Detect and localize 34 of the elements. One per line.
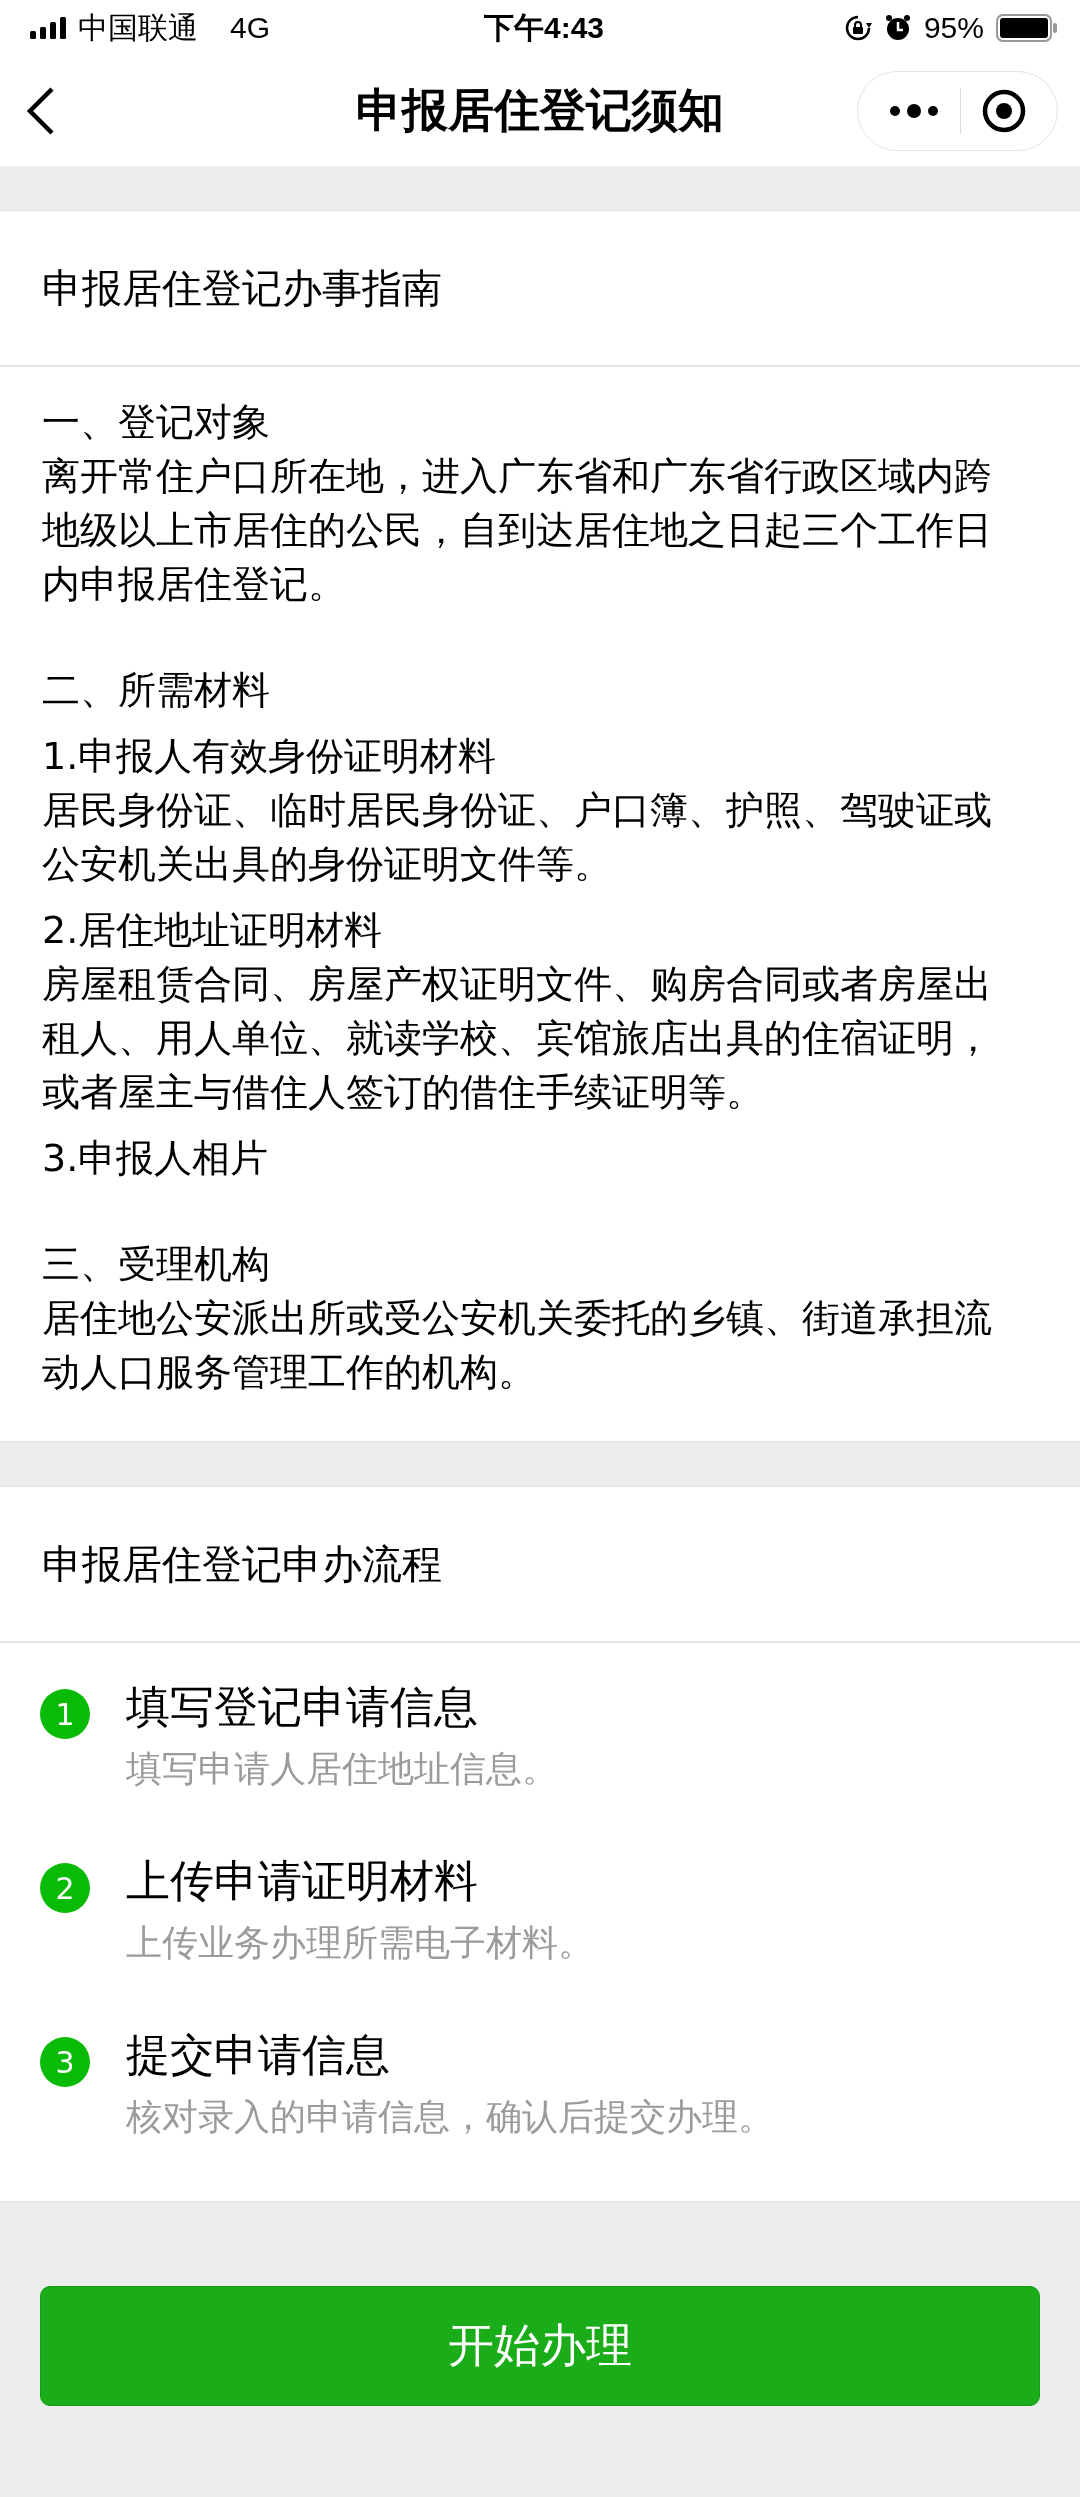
status-time: 下午4:43: [483, 9, 604, 46]
close-icon[interactable]: [981, 88, 1027, 134]
step-number: 2: [40, 1863, 90, 1913]
step-title: 填写登记申请信息: [126, 1680, 479, 1734]
start-button[interactable]: 开始办理: [40, 2286, 1040, 2406]
card-title: 申报居住登记办事指南: [0, 211, 1080, 367]
battery-icon: [996, 14, 1058, 42]
step-number: 1: [40, 1689, 90, 1739]
material-title: 3.申报人相片: [42, 1135, 270, 1182]
section-heading: 一、登记对象: [42, 399, 271, 446]
material-title: 1.申报人有效身份证明材料: [42, 733, 498, 780]
battery-percent: 95%: [923, 11, 984, 45]
step-description: 上传业务办理所需电子材料。: [126, 1921, 594, 1965]
section-heading: 三、受理机构: [42, 1241, 271, 1288]
step-title: 提交申请信息: [126, 2028, 391, 2082]
more-icon[interactable]: [888, 103, 940, 119]
card-title: 申报居住登记申办流程: [0, 1487, 1080, 1643]
network-type: 4G: [230, 11, 271, 45]
guide-paragraph: 房屋租赁合同、房屋产权证明文件、购房合同或者房屋出租人、用人单位、就读学校、宾馆旅店出具的住宿证明，或者屋主与借住人签订的借住手续证明等。: [42, 961, 993, 1116]
material-title: 2.居住地址证明材料: [42, 907, 384, 954]
step-title: 上传申请证明材料: [126, 1854, 479, 1908]
back-icon[interactable]: [26, 86, 56, 136]
guide-paragraph: 居住地公安派出所或受公安机关委托的乡镇、街道承担流动人口服务管理工作的机构。: [42, 1295, 993, 1396]
guide-paragraph: 居民身份证、临时居民身份证、户口簿、护照、驾驶证或公安机关出具的身份证明文件等。: [42, 787, 993, 888]
section-heading: 二、所需材料: [42, 667, 271, 714]
alarm-icon: [883, 14, 912, 42]
signal-icon: [30, 17, 68, 39]
step-description: 填写申请人居住地址信息。: [126, 1747, 558, 1791]
step-description: 核对录入的申请信息，确认后提交办理。: [126, 2095, 774, 2139]
page-title: 申报居住登记须知: [356, 82, 724, 139]
guide-paragraph: 离开常住户口所在地，进入广东省和广东省行政区域内跨地级以上市居住的公民，自到达居住地之日起三个工作日内申报居住登记。: [42, 453, 993, 608]
rotation-lock-icon: [843, 14, 872, 42]
carrier-name: 中国联通: [78, 9, 198, 46]
step-number: 3: [40, 2037, 90, 2087]
